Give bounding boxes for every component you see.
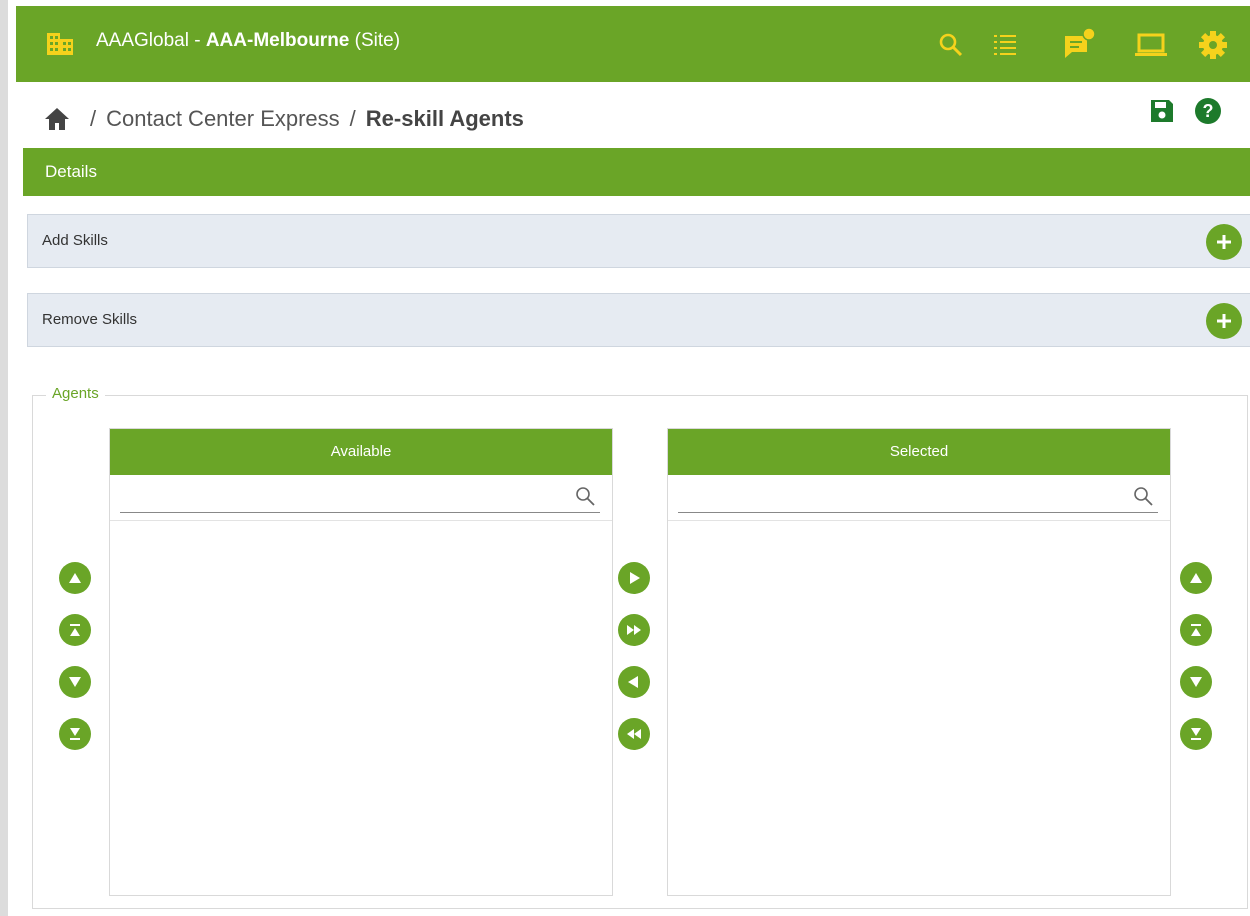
triangle-right-icon [630,572,640,584]
double-right-icon [627,625,641,635]
agents-legend: Agents [46,385,105,402]
available-move-bottom-button[interactable] [59,718,91,750]
list-icon[interactable] [988,28,1022,62]
selected-header: Selected [668,429,1170,475]
breadcrumb-separator: / [90,106,97,131]
triangle-down-icon [1190,677,1202,687]
remove-skills-accordion[interactable]: Remove Skills [27,293,1250,347]
search-icon[interactable] [574,485,596,507]
chat-notification-icon[interactable] [1062,28,1096,62]
selected-move-bottom-button[interactable] [1180,718,1212,750]
add-skills-expand-button[interactable] [1206,224,1242,260]
triangle-left-icon [628,676,638,688]
plus-icon [1217,235,1231,249]
home-icon[interactable] [44,107,70,131]
gear-icon[interactable] [1196,28,1230,62]
selected-search [668,475,1170,521]
org-name: AAAGlobal - [96,30,206,51]
svg-text:?: ? [1203,101,1214,121]
move-all-right-button[interactable] [618,614,650,646]
selected-panel: Selected [667,428,1171,896]
building-icon [47,33,73,55]
triangle-up-icon [69,573,81,583]
remove-skills-label: Remove Skills [42,311,138,328]
double-left-icon [627,729,641,739]
remove-skills-expand-button[interactable] [1206,303,1242,339]
available-list[interactable] [110,521,612,895]
available-header: Available [110,429,612,475]
triangle-down-icon [69,677,81,687]
search-icon[interactable] [934,28,968,62]
selected-search-input[interactable] [678,483,1158,513]
available-move-up-button[interactable] [59,562,91,594]
selected-move-down-button[interactable] [1180,666,1212,698]
move-top-icon [1191,624,1201,636]
move-bottom-icon [1191,728,1201,740]
help-icon[interactable]: ? [1194,97,1222,125]
move-all-left-button[interactable] [618,718,650,750]
selected-list[interactable] [668,521,1170,895]
breadcrumb-current: Re-skill Agents [365,106,524,131]
breadcrumb-parent[interactable]: Contact Center Express [106,106,340,132]
available-search-input[interactable] [120,483,600,513]
move-selected-right-button[interactable] [618,562,650,594]
available-move-top-button[interactable] [59,614,91,646]
move-bottom-icon [70,728,80,740]
add-skills-label: Add Skills [42,232,108,249]
top-bar: AAAGlobal - AAA-Melbourne (Site) [16,6,1250,82]
site-suffix: (Site) [349,30,401,51]
site-title: AAAGlobal - AAA-Melbourne (Site) [96,30,400,52]
save-icon[interactable] [1148,97,1176,125]
laptop-icon[interactable] [1134,28,1168,62]
app-frame: AAAGlobal - AAA-Melbourne (Site) / Conta… [0,0,1250,916]
selected-move-up-button[interactable] [1180,562,1212,594]
move-selected-left-button[interactable] [618,666,650,698]
move-top-icon [70,624,80,636]
available-move-down-button[interactable] [59,666,91,698]
details-section-header: Details [23,148,1250,196]
breadcrumb: / Contact Center Express / Re-skill Agen… [44,106,524,132]
search-icon[interactable] [1132,485,1154,507]
add-skills-accordion[interactable]: Add Skills [27,214,1250,268]
site-name: AAA-Melbourne [205,30,350,51]
plus-icon [1217,314,1231,328]
available-search [110,475,612,521]
breadcrumb-separator: / [349,106,356,131]
available-panel: Available [109,428,613,896]
selected-move-top-button[interactable] [1180,614,1212,646]
page-actions: ? [1148,97,1222,125]
triangle-up-icon [1190,573,1202,583]
